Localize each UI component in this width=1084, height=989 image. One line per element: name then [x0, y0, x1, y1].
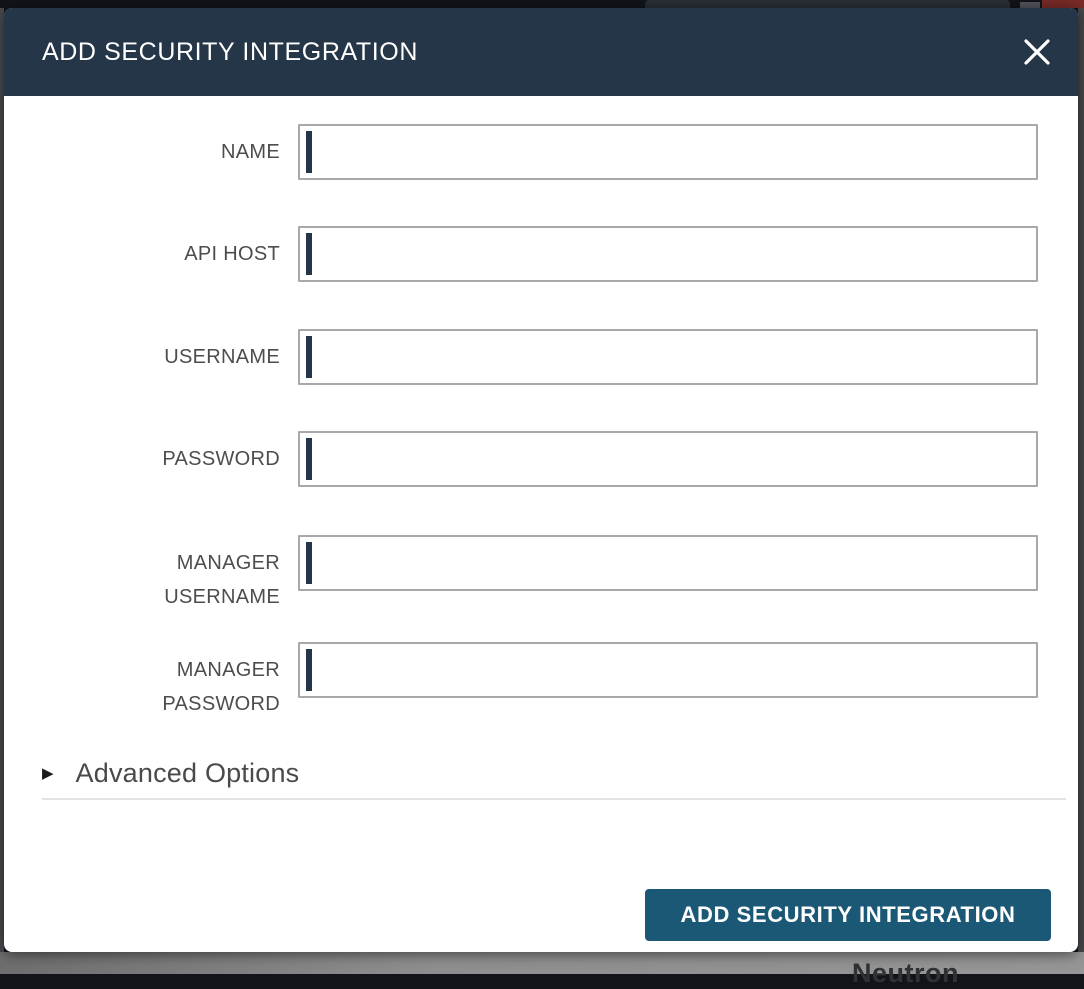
dialog-title: ADD SECURITY INTEGRATION — [42, 38, 418, 67]
close-button[interactable] — [1018, 33, 1056, 71]
form-row-password: PASSWORD — [4, 431, 1078, 487]
manager-password-input[interactable] — [298, 642, 1038, 698]
form-row-username: USERNAME — [4, 329, 1078, 385]
password-input-wrap — [298, 431, 1038, 487]
form-row-name: NAME — [4, 124, 1078, 180]
caret-right-icon: ▶ — [42, 766, 54, 781]
manager-password-label: MANAGER PASSWORD — [4, 642, 298, 721]
close-icon — [1022, 37, 1052, 67]
name-label: NAME — [4, 124, 298, 169]
background-page-strip: Neutron — [0, 952, 1084, 974]
dialog-header: ADD SECURITY INTEGRATION — [4, 8, 1078, 96]
manager-username-input-wrap — [298, 535, 1038, 591]
api-host-input-wrap — [298, 226, 1038, 282]
manager-username-label: MANAGER USERNAME — [4, 535, 298, 614]
username-input[interactable] — [298, 329, 1038, 385]
password-input[interactable] — [298, 431, 1038, 487]
api-host-input[interactable] — [298, 226, 1038, 282]
background-right-edge — [1078, 8, 1084, 952]
background-window-remnant — [645, 0, 1010, 8]
add-security-integration-dialog: ADD SECURITY INTEGRATION NAME API HOST U… — [4, 8, 1078, 952]
advanced-options-label: Advanced Options — [76, 758, 300, 789]
password-label: PASSWORD — [4, 431, 298, 476]
manager-password-input-wrap — [298, 642, 1038, 698]
advanced-options-toggle[interactable]: ▶ Advanced Options — [42, 755, 299, 791]
section-divider — [42, 798, 1066, 800]
form-row-api-host: API HOST — [4, 226, 1078, 282]
form-row-manager-password: MANAGER PASSWORD — [4, 642, 1078, 698]
name-input-wrap — [298, 124, 1038, 180]
username-label: USERNAME — [4, 329, 298, 374]
name-input[interactable] — [298, 124, 1038, 180]
add-security-integration-button[interactable]: ADD SECURITY INTEGRATION — [645, 889, 1051, 941]
background-red-remnant — [1042, 0, 1084, 8]
form-row-manager-username: MANAGER USERNAME — [4, 535, 1078, 591]
manager-username-input[interactable] — [298, 535, 1038, 591]
api-host-label: API HOST — [4, 226, 298, 271]
username-input-wrap — [298, 329, 1038, 385]
